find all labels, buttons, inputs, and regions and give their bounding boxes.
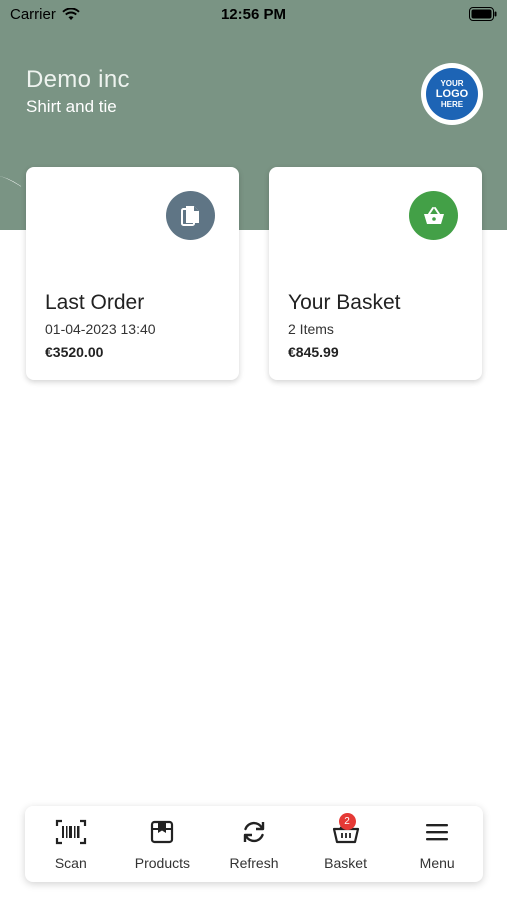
logo-badge: YOUR LOGO HERE xyxy=(426,68,478,120)
basket-card[interactable]: Your Basket 2 Items €845.99 xyxy=(269,167,482,380)
basket-icon: 2 xyxy=(331,813,361,847)
tab-basket[interactable]: 2 Basket xyxy=(300,806,392,882)
status-time: 12:56 PM xyxy=(220,6,287,23)
company-subtitle: Shirt and tie xyxy=(26,97,117,116)
basket-items: 2 Items xyxy=(288,321,334,337)
document-icon xyxy=(166,191,215,240)
tab-scan[interactable]: Scan xyxy=(25,806,117,882)
tab-products[interactable]: Products xyxy=(117,806,209,882)
company-logo: YOUR LOGO HERE xyxy=(421,63,483,125)
basket-title: Your Basket xyxy=(288,291,401,314)
basket-amount: €845.99 xyxy=(288,344,339,360)
logo-line-2: LOGO xyxy=(435,87,469,100)
battery-icon xyxy=(469,7,497,25)
company-name: Demo inc xyxy=(26,66,130,93)
last-order-title: Last Order xyxy=(45,291,145,314)
tab-refresh[interactable]: Refresh xyxy=(208,806,300,882)
last-order-date: 01-04-2023 13:40 xyxy=(45,321,156,337)
tab-menu[interactable]: Menu xyxy=(391,806,483,882)
basket-badge: 2 xyxy=(338,813,356,830)
tab-scan-label: Scan xyxy=(54,855,87,871)
tab-products-label: Products xyxy=(134,855,191,871)
box-icon xyxy=(149,817,175,847)
tab-menu-label: Menu xyxy=(419,855,455,871)
bottom-tab-bar: Scan Products Refresh 2 Basket Menu xyxy=(25,806,483,882)
barcode-icon xyxy=(55,817,87,847)
tab-refresh-label: Refresh xyxy=(229,855,279,871)
logo-line-3: HERE xyxy=(440,99,464,109)
basket-icon xyxy=(409,191,458,240)
last-order-amount: €3520.00 xyxy=(45,344,104,360)
logo-line-1: YOUR xyxy=(440,78,464,88)
menu-icon xyxy=(424,817,450,847)
last-order-card[interactable]: Last Order 01-04-2023 13:40 €3520.00 xyxy=(26,167,239,380)
refresh-icon xyxy=(240,817,268,847)
status-bar: Carrier 12:56 PM xyxy=(0,0,507,28)
tab-basket-label: Basket xyxy=(324,855,367,871)
